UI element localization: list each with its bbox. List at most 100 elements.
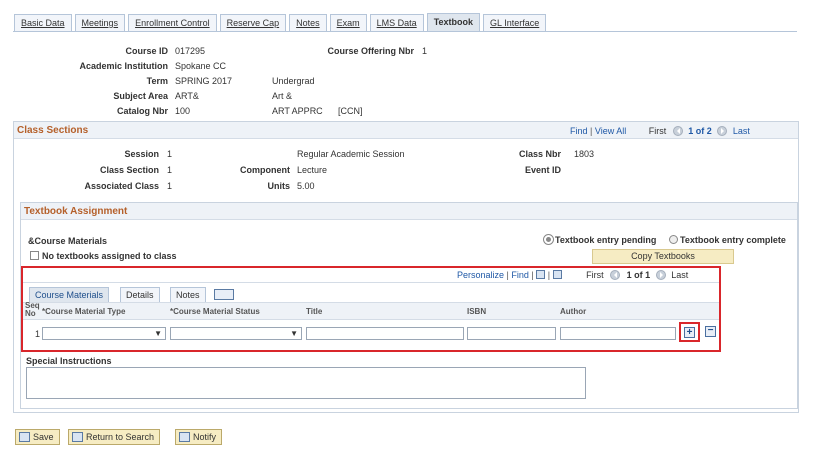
component-value: Lecture <box>297 165 328 175</box>
class-sections-header: Class Sections Find | View All First 1 o… <box>14 122 798 139</box>
return-icon <box>72 432 83 442</box>
col-author: Author <box>560 307 587 316</box>
grid-top-divider <box>23 282 719 283</box>
copy-textbooks-button[interactable]: Copy Textbooks <box>592 249 734 264</box>
term-value: SPRING 2017 <box>175 76 233 86</box>
chevron-down-icon: ▼ <box>290 329 298 338</box>
tab-lms-data[interactable]: LMS Data <box>369 14 424 32</box>
event-id-label: Event ID <box>524 165 561 175</box>
radio-selected-icon[interactable] <box>543 234 554 245</box>
grid-count: 1 of 1 <box>626 270 651 280</box>
prev-arrow-icon[interactable] <box>672 126 683 136</box>
isbn-input[interactable] <box>467 327 556 340</box>
grid-first-label: First <box>586 270 604 280</box>
tab-textbook[interactable]: Textbook <box>426 13 481 32</box>
tab-notes[interactable]: Notes <box>289 14 327 32</box>
course-id-label: Course ID <box>125 46 168 56</box>
catalog-label: Catalog Nbr <box>116 106 168 116</box>
personalize-link[interactable]: Personalize <box>457 270 504 280</box>
return-to-search-button[interactable]: Return to Search <box>68 429 161 445</box>
first-label: First <box>648 126 667 136</box>
chevron-down-icon: ▼ <box>154 329 162 338</box>
course-offering-value: 1 <box>422 46 428 56</box>
col-material-status: *Course Material Status <box>170 307 260 316</box>
course-id-value: 017295 <box>175 46 206 56</box>
component-tabs: Basic Data Meetings Enrollment Control R… <box>14 13 549 32</box>
institution-label: Academic Institution <box>79 61 168 71</box>
class-sections-panel: Class Sections Find | View All First 1 o… <box>13 121 799 413</box>
subject-label: Subject Area <box>113 91 168 101</box>
grid-tab-details[interactable]: Details <box>120 287 160 302</box>
catalog-value: 100 <box>175 106 191 116</box>
notify-label: Notify <box>193 432 217 442</box>
subject-value: ART& <box>175 91 199 101</box>
save-button[interactable]: Save <box>15 429 60 445</box>
add-row-icon[interactable]: + <box>684 327 695 338</box>
notify-button[interactable]: Notify <box>175 429 223 445</box>
row-seq-no: 1 <box>35 329 41 339</box>
author-input[interactable] <box>560 327 676 340</box>
col-seq-no: Seq No <box>25 301 40 318</box>
download-icon[interactable] <box>552 270 562 279</box>
entry-complete-radio[interactable]: Textbook entry complete <box>669 235 786 245</box>
col-isbn: ISBN <box>467 307 487 316</box>
institution-value: Spokane CC <box>175 61 227 71</box>
grid-last-label: Last <box>671 270 689 280</box>
view-all-icon[interactable] <box>536 270 546 279</box>
grid-find-link[interactable]: Find <box>511 270 529 280</box>
units-label: Units <box>267 181 291 191</box>
course-materials-label: &Course Materials <box>28 236 108 246</box>
find-link[interactable]: Find <box>570 126 588 136</box>
course-materials-grid: Personalize | Find | | First 1 of 1 Last… <box>21 266 721 352</box>
view-all-link[interactable]: View All <box>595 126 626 136</box>
section-count: 1 of 2 <box>688 126 712 136</box>
grid-nav: Personalize | Find | | First 1 of 1 Last <box>457 270 689 280</box>
grid-prev-arrow-icon[interactable] <box>610 270 621 280</box>
tab-enrollment-control[interactable]: Enrollment Control <box>128 14 217 32</box>
title-input[interactable] <box>306 327 464 340</box>
no-textbooks-label: No textbooks assigned to class <box>42 251 177 261</box>
col-material-type: *Course Material Type <box>42 307 126 316</box>
save-label: Save <box>33 432 54 442</box>
tab-meetings[interactable]: Meetings <box>74 14 126 32</box>
session-label: Session <box>124 149 159 159</box>
grid-tab-course-materials[interactable]: Course Materials <box>29 287 110 302</box>
catalog-code: [CCN] <box>338 106 363 116</box>
entry-complete-label: Textbook entry complete <box>680 235 786 245</box>
assoc-class-label: Associated Class <box>84 181 159 191</box>
textbook-assignment-header: Textbook Assignment <box>21 203 797 220</box>
class-section-label: Class Section <box>99 165 159 175</box>
special-instructions-label: Special Instructions <box>26 356 112 366</box>
entry-pending-radio[interactable]: Textbook entry pending <box>543 234 657 245</box>
tab-reserve-cap[interactable]: Reserve Cap <box>219 14 287 32</box>
material-type-select[interactable]: ▼ <box>42 327 166 340</box>
grid-tab-notes[interactable]: Notes <box>170 287 206 302</box>
session-value: 1 <box>167 149 173 159</box>
material-status-select[interactable]: ▼ <box>170 327 302 340</box>
entry-pending-label: Textbook entry pending <box>555 235 657 245</box>
tab-divider <box>13 31 797 32</box>
no-textbooks-checkbox[interactable]: No textbooks assigned to class <box>30 251 177 261</box>
last-link[interactable]: Last <box>733 126 750 136</box>
tab-basic-data[interactable]: Basic Data <box>14 14 72 32</box>
special-instructions-textarea[interactable] <box>26 367 586 399</box>
course-offering-label: Course Offering Nbr <box>327 46 414 56</box>
career-value: Undergrad <box>272 76 315 86</box>
tab-exam[interactable]: Exam <box>329 14 367 32</box>
next-arrow-icon[interactable] <box>717 126 728 136</box>
add-row-highlight: + <box>679 322 700 342</box>
grid-next-arrow-icon[interactable] <box>655 270 666 280</box>
tab-gl-interface[interactable]: GL Interface <box>483 14 547 32</box>
col-title: Title <box>306 307 323 316</box>
save-icon <box>19 432 30 442</box>
class-nbr-value: 1803 <box>574 149 595 159</box>
class-sections-title: Class Sections <box>17 125 89 136</box>
delete-row-icon[interactable]: − <box>705 326 716 337</box>
notify-icon <box>179 432 190 442</box>
checkbox-icon[interactable] <box>30 251 39 260</box>
radio-icon[interactable] <box>669 235 678 244</box>
return-to-search-label: Return to Search <box>86 432 155 442</box>
class-nbr-label: Class Nbr <box>518 149 561 159</box>
show-all-columns-icon[interactable] <box>214 289 234 300</box>
class-section-value: 1 <box>167 165 173 175</box>
